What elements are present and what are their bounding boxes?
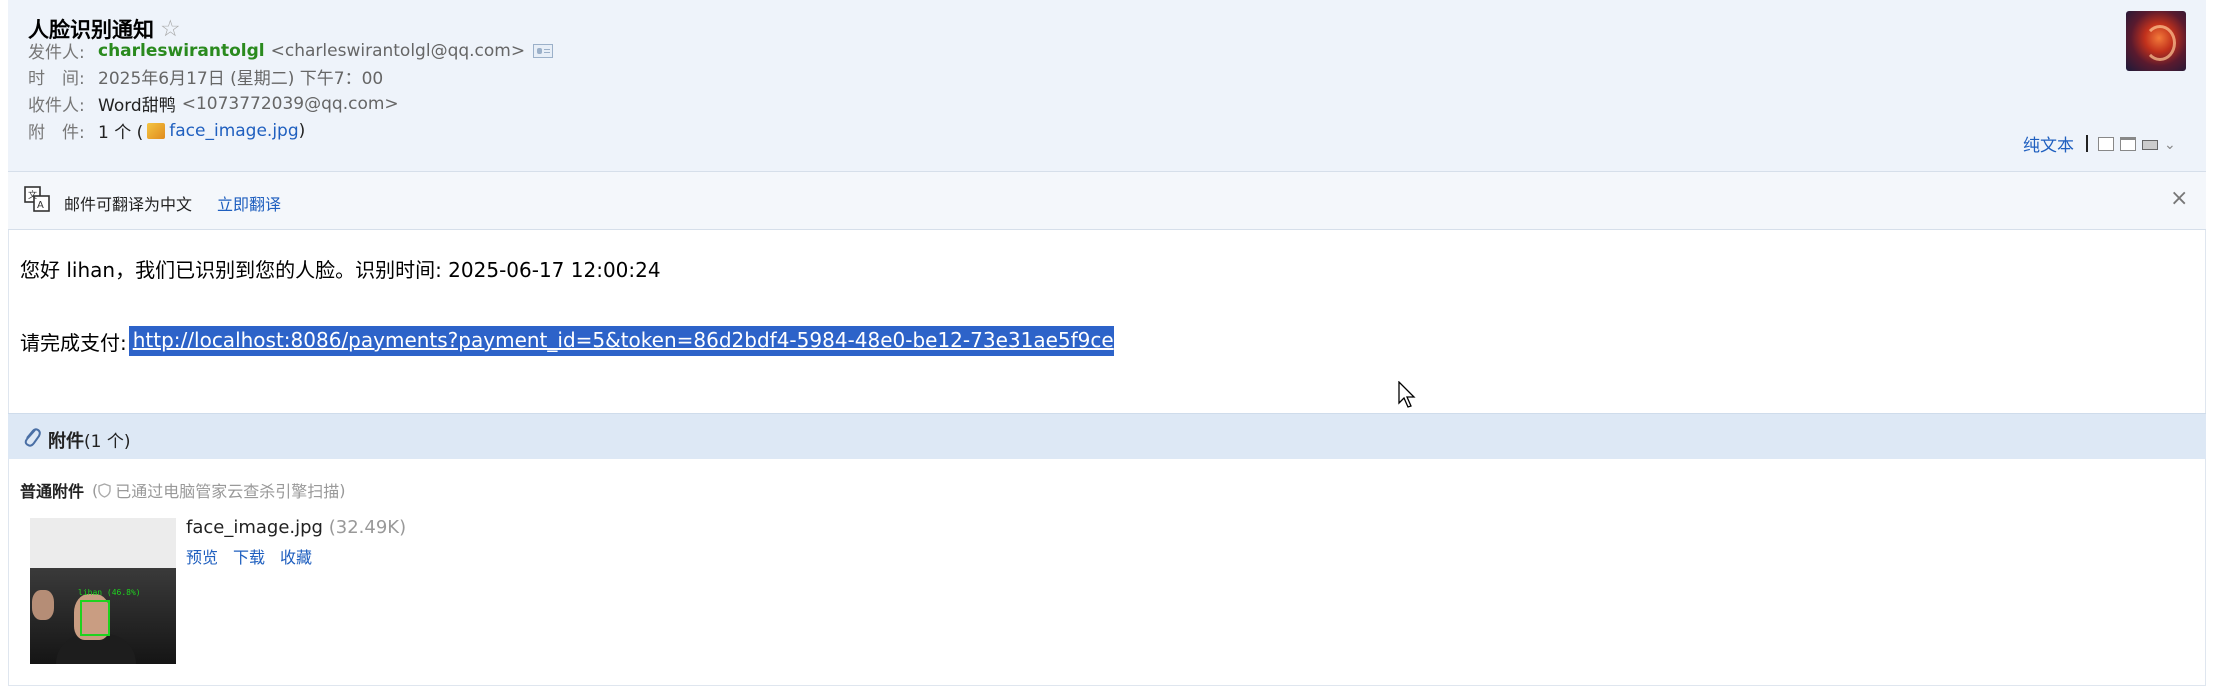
attachments-title-text: 附件: [48, 431, 84, 452]
greeting-text: 您好 lihan，我们已识别到您的人脸。识别时间: 2025-06-17 12:…: [20, 258, 661, 282]
print-icon[interactable]: [2142, 139, 2158, 150]
contact-card-icon[interactable]: [533, 43, 554, 58]
attachment-link[interactable]: face_image.jpg: [169, 121, 298, 141]
translate-icon: 文 A: [24, 186, 50, 212]
attachment-count-suffix: ): [298, 120, 306, 141]
scan-note-close: ): [339, 480, 346, 500]
payment-prefix: 请完成支付:: [20, 330, 127, 355]
attachment-label: 附 件:: [28, 123, 85, 143]
header-tools: 纯文本 ⌄: [2023, 131, 2182, 156]
sender-row: 发件人: charleswirantolgl <charleswirantolg…: [28, 38, 554, 63]
recipient-address: <1073772039@qq.com>: [181, 93, 399, 114]
time-value: 2025年6月17日 (星期二) 下午7：00: [98, 69, 384, 89]
attachments-title: 附件(1 个): [48, 427, 130, 453]
attachment-section: 普通附件 ( 已通过电脑管家云查杀引擎扫描 ): [20, 478, 346, 502]
translate-message: 邮件可翻译为中文: [64, 195, 193, 214]
face-detection-label: lihan (46.8%): [78, 588, 141, 597]
translate-now-link[interactable]: 立即翻译: [217, 191, 281, 215]
download-link[interactable]: 下载: [233, 544, 265, 568]
normal-attachment-label: 普通附件: [20, 482, 85, 501]
favorite-link[interactable]: 收藏: [280, 544, 312, 568]
payment-line: 请完成支付: http://localhost:8086/payments?pa…: [20, 326, 1114, 356]
sender-address: <charleswirantolgl@qq.com>: [270, 40, 526, 61]
attachments-count: (1 个): [84, 432, 131, 452]
sender-avatar[interactable]: [2126, 11, 2186, 71]
image-file-icon: [147, 122, 166, 139]
preview-link[interactable]: 预览: [186, 544, 218, 568]
attachment-file-info: face_image.jpg (32.49K): [186, 517, 406, 538]
archive-icon[interactable]: [2120, 136, 2136, 151]
sender-name[interactable]: charleswirantolgl: [98, 41, 265, 61]
scan-note-text: 已通过电脑管家云查杀引擎扫描: [115, 482, 340, 501]
tool-divider: [2086, 135, 2088, 152]
note-icon[interactable]: [2098, 136, 2114, 151]
recipient-row: 收件人: Word甜鸭 <1073772039@qq.com>: [28, 91, 399, 117]
attachment-thumbnail[interactable]: lihan (46.8%): [30, 518, 176, 664]
attachments-header: 附件(1 个): [8, 413, 2206, 459]
attachment-count-prefix: 1 个 (: [98, 123, 144, 143]
shield-icon: [98, 482, 111, 498]
attachment-file-name: face_image.jpg: [186, 517, 323, 538]
attachment-actions: 预览 下载 收藏: [186, 544, 312, 568]
payment-link[interactable]: http://localhost:8086/payments?payment_i…: [128, 326, 1114, 356]
svg-text:文: 文: [28, 189, 37, 201]
time-row: 时 间: 2025年6月17日 (星期二) 下午7：00: [28, 64, 383, 89]
close-icon[interactable]: ×: [2170, 186, 2188, 211]
translate-bar: 文 A 邮件可翻译为中文 立即翻译 ×: [8, 172, 2206, 230]
paperclip-icon: [24, 428, 41, 447]
thumb-person-left: [32, 590, 54, 620]
svg-text:A: A: [37, 200, 44, 211]
plain-text-button[interactable]: 纯文本: [2023, 131, 2074, 156]
mouse-cursor-icon: [1398, 381, 1416, 408]
time-label: 时 间:: [28, 69, 85, 89]
scan-note: ( 已通过电脑管家云查杀引擎扫描 ): [92, 478, 346, 502]
attachment-file-size: (32.49K): [328, 517, 407, 538]
recipient-name[interactable]: Word甜鸭: [98, 91, 176, 116]
face-detection-box: [80, 600, 110, 636]
chevron-down-icon[interactable]: ⌄: [2164, 137, 2176, 153]
mail-header: 人脸识别通知 ☆ 发件人: charleswirantolgl <charles…: [8, 0, 2206, 172]
recipient-label: 收件人:: [28, 96, 85, 116]
attachment-row: 附 件: 1 个 ( face_image.jpg ): [28, 118, 306, 144]
sender-label: 发件人:: [28, 43, 85, 63]
